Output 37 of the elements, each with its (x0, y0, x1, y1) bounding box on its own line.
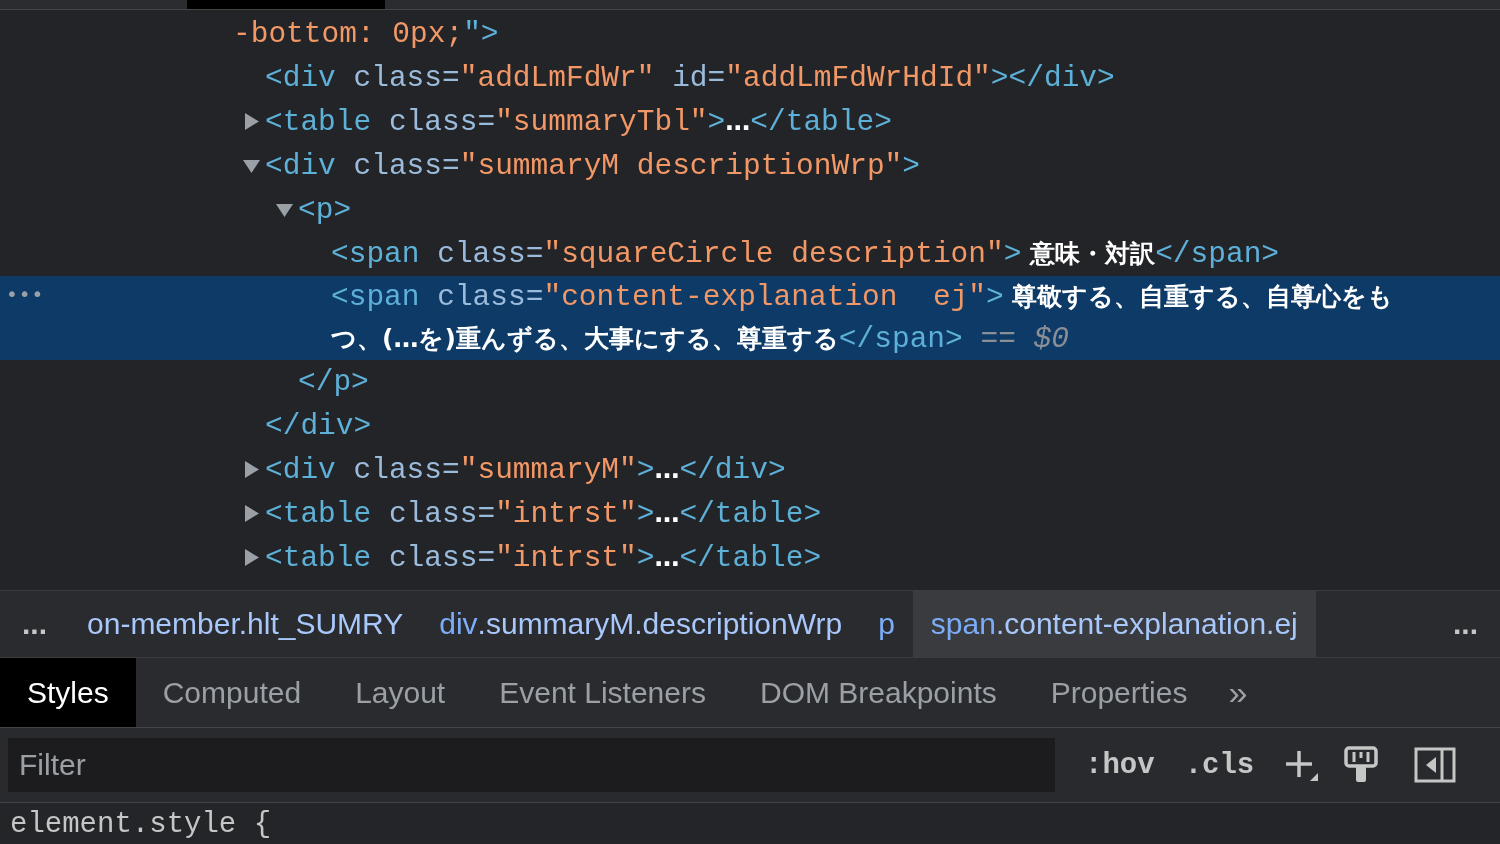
disclosure-triangle-icon[interactable] (243, 505, 260, 522)
code-line[interactable]: -bottom: 0px;"> (233, 13, 499, 55)
disclosure-triangle-icon[interactable] (243, 461, 260, 478)
code-line[interactable]: <span class="content-explanation ej"> 尊敬する、自重する、自尊心をもつ、(…を)重んずる、大事にする、尊重する</span> == $0 (331, 276, 1400, 360)
breadcrumb-item[interactable]: p (860, 591, 913, 657)
tab[interactable]: Event Listeners (472, 658, 733, 727)
code-line[interactable]: <p> (298, 189, 352, 231)
cls-button[interactable]: .cls (1184, 748, 1255, 782)
disclosure-triangle-icon[interactable] (243, 549, 260, 566)
filter-field[interactable]: Filter (8, 738, 1055, 792)
tab[interactable]: Properties (1023, 658, 1215, 727)
tab[interactable]: Styles (0, 658, 136, 727)
disclosure-triangle-icon[interactable] (276, 201, 293, 218)
code-line[interactable]: </div> (265, 405, 372, 447)
code-line[interactable]: <table class="intrst">…</table> (265, 493, 822, 535)
tab[interactable]: Layout (328, 658, 473, 727)
breadcrumb-scroll-left[interactable]: ... (0, 607, 69, 641)
breadcrumb-item[interactable]: on-member.hlt_SUMRY (69, 591, 422, 657)
code-line[interactable]: <table class="intrst">…</table> (265, 537, 822, 579)
tab[interactable]: Computed (135, 658, 329, 727)
paint-brush-icon[interactable] (1344, 746, 1379, 784)
sidebar-toggle-icon[interactable] (1414, 747, 1457, 783)
code-line[interactable]: <table class="summaryTbl">…</table> (265, 101, 892, 143)
breadcrumb-item[interactable]: span.content-explanation.ej (912, 591, 1316, 657)
hov-button[interactable]: :hov (1085, 748, 1155, 782)
breadcrumb-item[interactable]: div.summaryM.descriptionWrp (421, 591, 861, 657)
code-line[interactable]: <div class="summaryM">…</div> (265, 449, 786, 491)
more-tabs-button[interactable]: » (1214, 658, 1262, 727)
breadcrumb-scroll-right[interactable]: ... (1431, 607, 1500, 641)
code-line[interactable]: <span class="squareCircle description"> 意味・対訳</span> (331, 233, 1280, 275)
code-line[interactable]: <div class="addLmFdWr" id="addLmFdWrHdId"></div> (265, 57, 1115, 99)
code-line[interactable]: </p> (298, 361, 369, 403)
disclosure-triangle-icon[interactable] (243, 113, 260, 130)
code-line[interactable]: <div class="summaryM descriptionWrp"> (265, 145, 920, 187)
tab[interactable]: DOM Breakpoints (733, 658, 1024, 727)
more-icon[interactable]: ••• (6, 282, 45, 306)
disclosure-triangle-icon[interactable] (243, 157, 260, 174)
